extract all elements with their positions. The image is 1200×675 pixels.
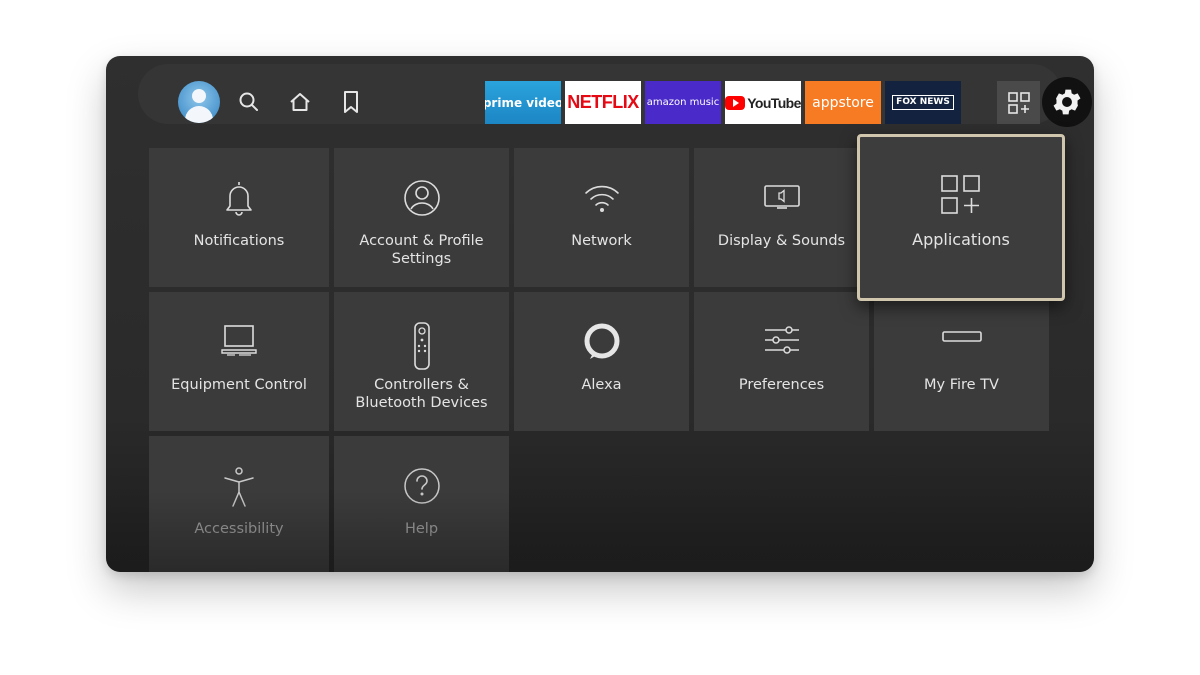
search-icon[interactable] [236,89,262,115]
tile-label: Equipment Control [171,377,307,393]
appstore-app-tile[interactable]: appstore [805,81,881,124]
tile-label: Display & Sounds [717,233,846,249]
alexa-ring-icon [572,322,632,364]
netflix-app-tile[interactable]: NETFLIX [565,81,641,124]
tile-display-sounds[interactable]: Display & Sounds [694,148,869,287]
tile-help[interactable]: Help [334,436,509,572]
bookmark-icon[interactable] [338,89,364,115]
avatar[interactable] [178,81,220,123]
tile-preferences[interactable]: Preferences [694,292,869,431]
tile-label: Network [571,233,632,249]
settings-button[interactable] [1042,77,1092,127]
apps-grid-plus-icon [931,173,991,215]
youtube-play-icon [725,95,746,110]
tile-account-profile-settings[interactable]: Account & Profile Settings [334,148,509,287]
display-sound-icon [752,178,812,220]
tile-alexa[interactable]: Alexa [514,292,689,431]
avatar-head [192,89,206,103]
apps-grid-plus-icon[interactable] [997,81,1040,124]
remote-icon [392,322,452,370]
tv-equipment-icon [209,322,269,364]
help-icon [392,466,452,508]
app-label: YouTube [747,94,801,111]
tile-label: Controllers & Bluetooth Devices [355,377,488,411]
youtube-app-tile[interactable]: YouTube [725,81,801,124]
accessibility-icon [209,466,269,508]
tile-my-fire-tv[interactable]: My Fire TV [874,292,1049,431]
account-icon [392,178,452,220]
tile-label: Account & Profile Settings [359,233,484,267]
fire-tv-screen: prime video NETFLIX amazon music YouTube… [106,56,1094,572]
tile-controllers-bluetooth[interactable]: Controllers & Bluetooth Devices [334,292,509,431]
tile-label: My Fire TV [924,377,999,393]
sliders-icon [752,322,812,364]
tile-accessibility[interactable]: Accessibility [149,436,329,572]
tile-label: Applications [912,230,1010,249]
tile-label: Preferences [738,377,825,393]
top-navigation-bar: prime video NETFLIX amazon music YouTube… [138,64,1092,127]
tile-network[interactable]: Network [514,148,689,287]
wifi-icon [572,178,632,220]
gear-icon [1053,89,1081,115]
tile-label: Help [404,521,439,537]
tile-label: Notifications [193,233,285,249]
tile-equipment-control[interactable]: Equipment Control [149,292,329,431]
prime-video-app-tile[interactable]: prime video [485,81,561,124]
tile-label: Alexa [581,377,622,393]
app-label: FOX NEWS [892,95,954,110]
tile-notifications[interactable]: Notifications [149,148,329,287]
app-label: appstore [812,94,874,111]
app-label: NETFLIX [567,92,639,112]
fox-news-app-tile[interactable]: FOX NEWS [885,81,961,124]
fire-tv-stick-icon [932,322,992,364]
app-label: prime video [485,95,561,110]
tile-applications[interactable]: Applications [857,134,1065,301]
home-icon[interactable] [287,89,313,115]
avatar-body [185,106,213,123]
app-label: amazon music [646,97,720,108]
bell-icon [209,178,269,220]
tile-label: Accessibility [194,521,284,537]
amazon-music-app-tile[interactable]: amazon music [645,81,721,124]
